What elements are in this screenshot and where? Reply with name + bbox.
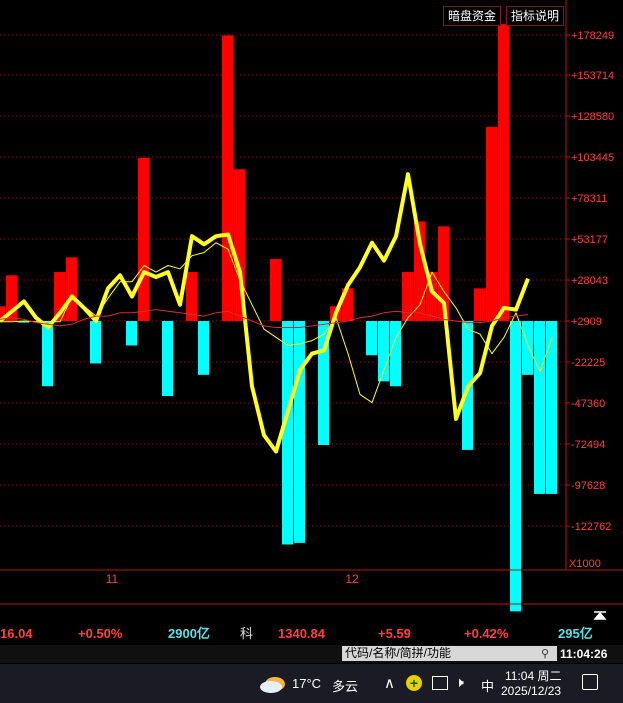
taskbar-date[interactable]: 2025/12/23	[501, 684, 561, 698]
inflow-bar	[66, 257, 77, 321]
inflow-bar	[486, 126, 497, 321]
y-tick-label: +178249	[571, 30, 614, 42]
chart-background	[0, 0, 623, 620]
y-tick-label: -47360	[571, 398, 605, 410]
y-tick-label: +103445	[571, 152, 614, 164]
outflow-bar	[282, 321, 293, 545]
ticker-price: 1340.84	[278, 626, 325, 641]
ticker-pct-2: +0.42%	[464, 626, 509, 641]
ticker-value-1: 16.04	[0, 626, 33, 641]
outflow-bar	[522, 321, 533, 375]
y-tick-label: -72494	[571, 439, 605, 451]
ticker-amount-2: 295亿	[558, 626, 593, 641]
speaker-icon[interactable]: 🕨	[455, 674, 464, 691]
y-tick-label: +2909	[571, 316, 602, 328]
x-label-11: 11	[106, 572, 119, 586]
weather-temp: 17°C	[292, 676, 322, 691]
chart-area: +178249 +153714 +128580 +103445 +78311 +53177…	[0, 0, 623, 620]
outflow-bar	[510, 321, 521, 612]
y-tick-label: +153714	[571, 70, 614, 82]
y-axis-unit: X1000	[569, 558, 601, 570]
ticker-name: 科	[240, 626, 254, 641]
outflow-bar	[42, 321, 53, 387]
notification-icon[interactable]	[582, 674, 598, 690]
y-tick-label: -97628	[571, 480, 605, 492]
window-tray-icon[interactable]	[432, 676, 448, 690]
y-tick-label: -122762	[571, 521, 611, 533]
outflow-bar	[126, 321, 137, 346]
search-input[interactable]: 代码/名称/简拼/功能	[342, 646, 557, 661]
dark-pool-button[interactable]: 暗盘资金	[443, 6, 502, 26]
ime-indicator[interactable]: 中	[481, 676, 494, 695]
outflow-bar	[366, 321, 377, 356]
outflow-bar	[546, 321, 557, 494]
outflow-bar	[534, 321, 545, 494]
search-icon[interactable]: ⚲	[541, 647, 549, 660]
inflow-bar	[270, 259, 281, 321]
x-label-12: 12	[345, 572, 359, 586]
ticker-change: +5.59	[378, 626, 411, 641]
cloud-weather-icon[interactable]	[258, 674, 286, 699]
ticker-amount-1: 2900亿	[168, 626, 210, 641]
y-tick-label: +28043	[571, 275, 608, 287]
y-tick-label: +53177	[571, 234, 608, 246]
weather-desc: 多云	[332, 679, 359, 694]
inflow-bar	[474, 288, 485, 321]
inflow-bar	[498, 24, 509, 321]
outflow-bar	[390, 321, 401, 387]
y-tick-label: +78311	[571, 193, 607, 205]
app-tray-icon[interactable]: +	[406, 675, 422, 691]
y-tick-label: -22225	[571, 357, 605, 369]
outflow-bar	[162, 321, 173, 397]
scroll-up-arrow-icon[interactable]	[590, 608, 610, 620]
outflow-bar	[294, 321, 305, 543]
indicator-help-button[interactable]: 指标说明	[506, 6, 565, 26]
ticker-pct-1: +0.50%	[78, 626, 123, 641]
status-clock: 11:04:26	[560, 647, 608, 661]
taskbar-time[interactable]: 11:04 周二	[505, 667, 561, 684]
outflow-bar	[90, 321, 101, 364]
inflow-bar	[222, 35, 233, 321]
outflow-bar	[198, 321, 209, 375]
y-tick-label: +128580	[571, 111, 614, 123]
chevron-up-icon[interactable]: ∧	[384, 674, 395, 692]
inflow-bar	[138, 157, 149, 321]
